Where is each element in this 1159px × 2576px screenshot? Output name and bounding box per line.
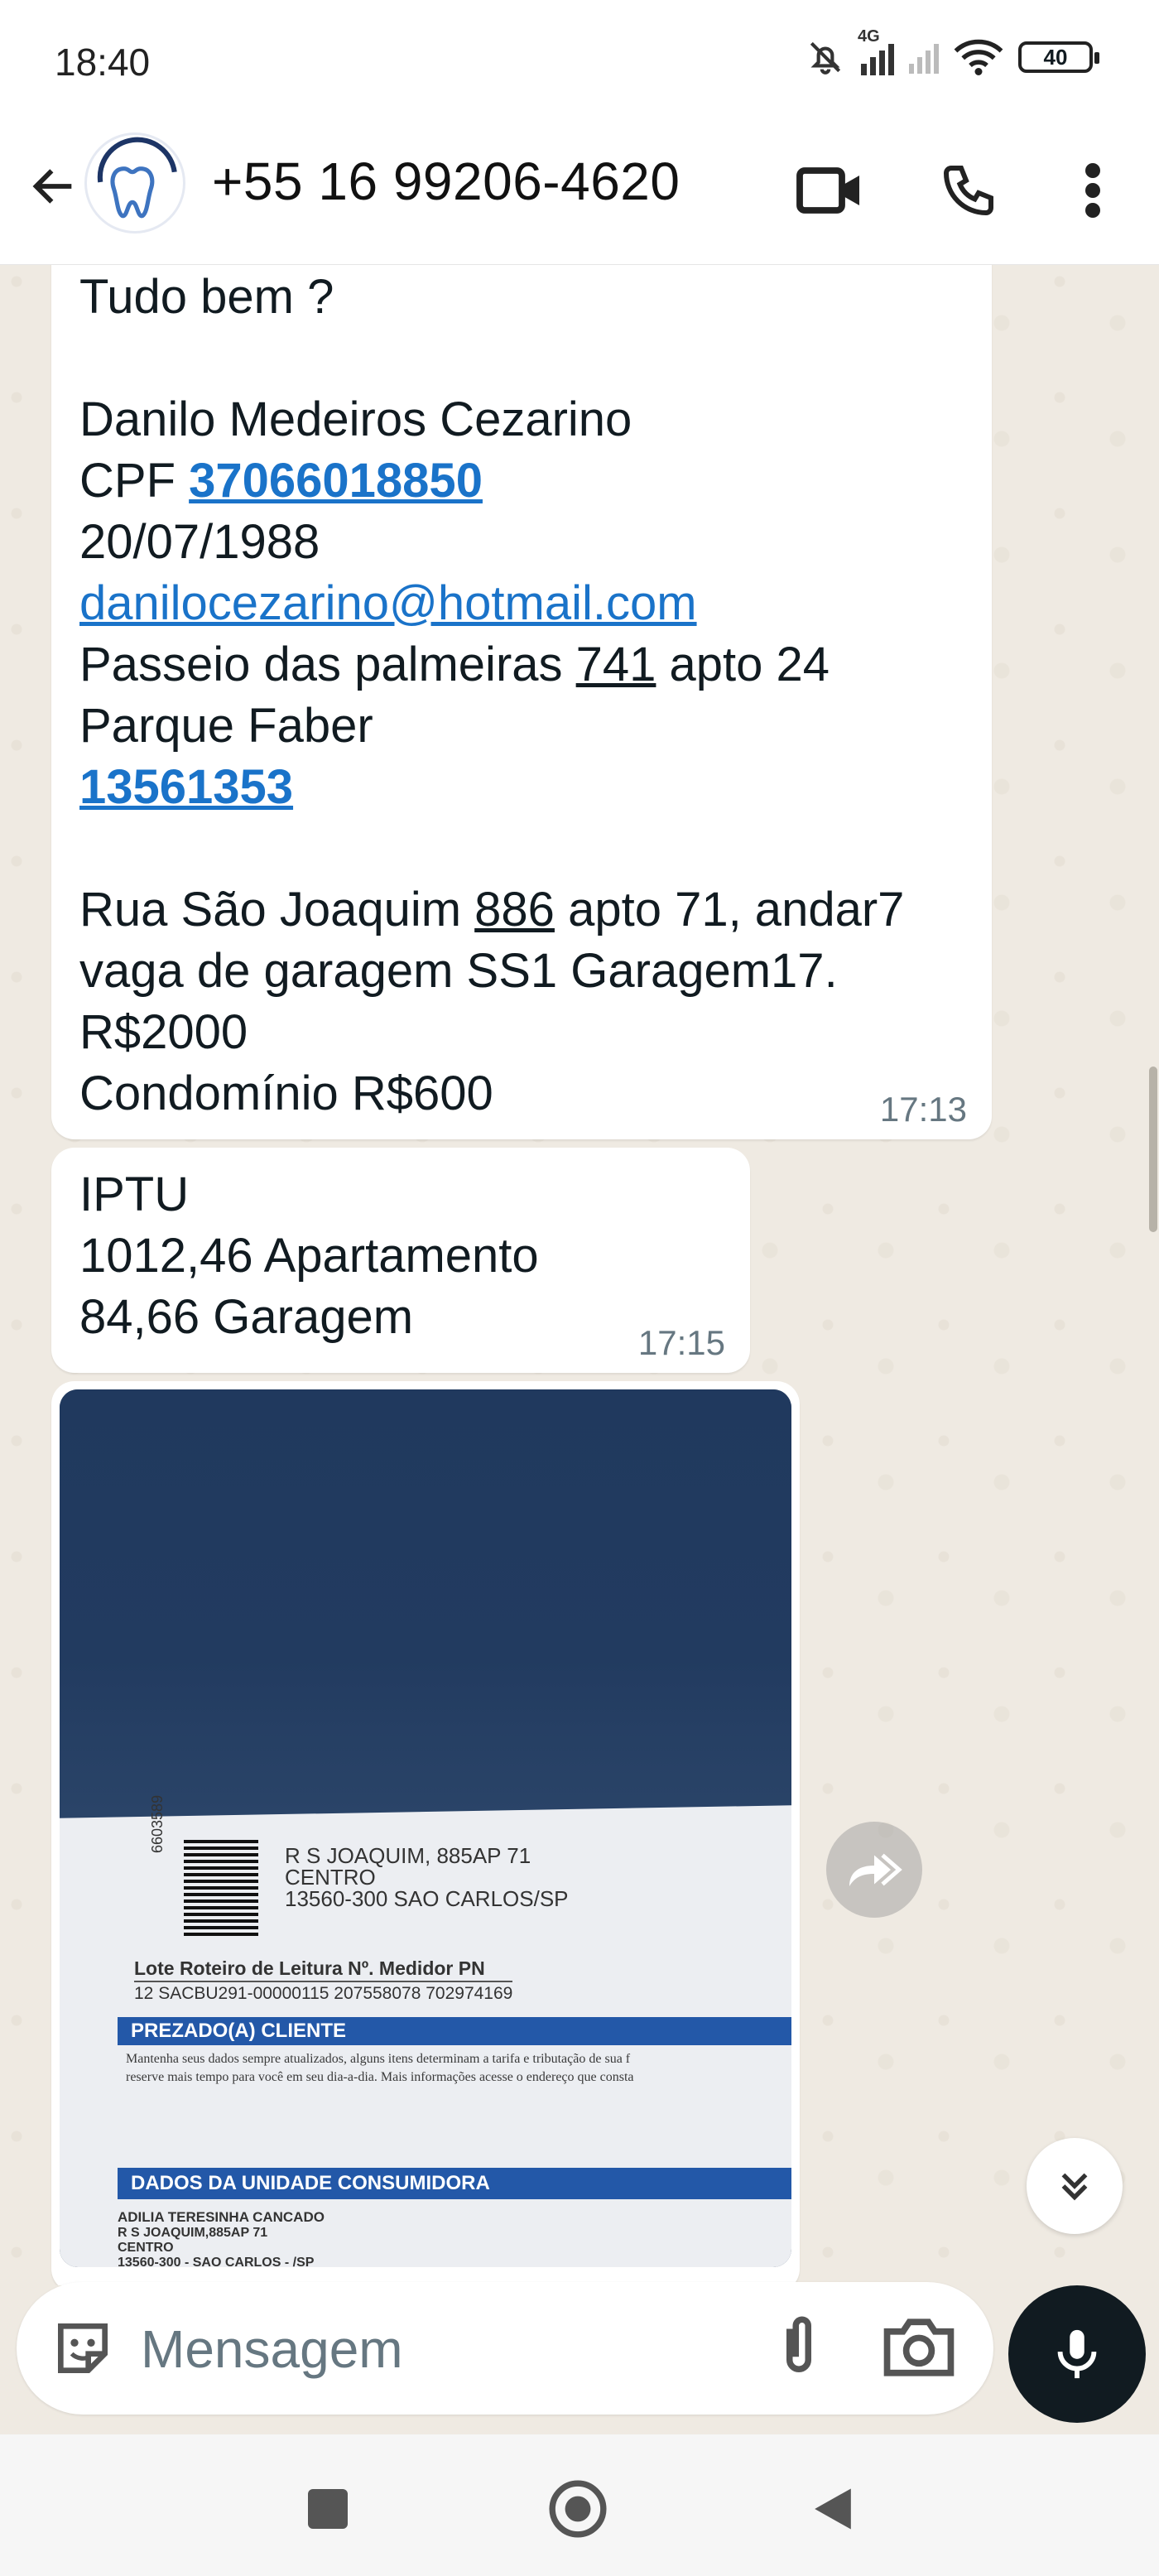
tooth-logo-icon xyxy=(97,137,177,219)
message-line: 1012,46 Apartamento xyxy=(79,1229,539,1283)
message-line: 20/07/1988 xyxy=(79,515,320,569)
square-icon xyxy=(308,2489,348,2529)
address-text: apto 24 xyxy=(656,638,830,691)
message-line: Tudo bem ? xyxy=(79,270,334,324)
message-line: IPTU xyxy=(79,1168,190,1221)
chat-header: +55 16 99206-4620 xyxy=(0,116,1159,265)
contact-name[interactable]: +55 16 99206-4620 xyxy=(212,151,680,212)
recent-apps-button[interactable] xyxy=(295,2476,361,2542)
status-icons: 4G 40 xyxy=(805,27,1099,78)
bell-off-icon xyxy=(810,41,841,75)
battery-icon: 40 xyxy=(1018,41,1099,73)
status-bar: 18:40 4G 40 xyxy=(0,0,1159,116)
signal-icon: 4G xyxy=(858,27,894,75)
envelope-image xyxy=(60,1389,791,1837)
address-text: Passeio das palmeiras xyxy=(79,638,576,691)
message-line-cep: 13561353 xyxy=(79,757,964,818)
cpf-link[interactable]: 37066018850 xyxy=(189,454,483,508)
message-line-cpf: CPF 37066018850 xyxy=(79,450,964,512)
message-input[interactable]: Mensagem xyxy=(17,2282,993,2415)
message-placeholder: Mensagem xyxy=(141,2319,403,2379)
image-message[interactable]: 6603589 R S JOAQUIM, 885AP 71 CENTRO 135… xyxy=(60,1389,791,2267)
doc-unit-line: CENTRO xyxy=(118,2241,174,2255)
cpf-label: CPF xyxy=(79,454,190,508)
message-time: 17:15 xyxy=(637,1323,725,1362)
camera-icon[interactable] xyxy=(878,2310,960,2385)
mic-button[interactable] xyxy=(1008,2285,1146,2423)
doc-unit-line: ADILIA TERESINHA CANCADO xyxy=(118,2209,325,2225)
nav-back-button[interactable] xyxy=(800,2476,866,2542)
scrollbar[interactable] xyxy=(1149,1067,1157,1232)
message-line: Parque Faber xyxy=(79,699,373,753)
arrow-left-icon xyxy=(32,169,72,204)
status-time: 18:40 xyxy=(55,41,151,84)
doc-address-line: 13560-300 SAO CARLOS/SP xyxy=(285,1886,569,1911)
doc-notice-line: Mantenha seus dados sempre atualizados, … xyxy=(126,2052,631,2066)
message-line: R$2000 xyxy=(79,1005,248,1059)
barcode xyxy=(184,1837,258,1936)
doc-band-client: PREZADO(A) CLIENTE xyxy=(118,2017,791,2045)
network-type: 4G xyxy=(858,27,880,46)
chat-area[interactable]: Tudo bem ? Danilo Medeiros Cezarino CPF … xyxy=(0,265,1159,2285)
doc-unit-line: 13560-300 - SAO CARLOS - /SP xyxy=(118,2256,315,2267)
sticker-emoji-icon[interactable] xyxy=(50,2315,116,2381)
street-text: apto 71, andar7 xyxy=(554,883,905,937)
doc-table-row: 12 SACBU291-00000115 207558078 702974169 xyxy=(134,1981,513,2004)
message-line: vaga de garagem SS1 Garagem17. xyxy=(79,944,838,998)
message-bubble-contact-info[interactable]: Tudo bem ? Danilo Medeiros Cezarino CPF … xyxy=(51,265,992,1139)
double-chevron-down-icon xyxy=(1061,2173,1088,2201)
barcode-number: 6603589 xyxy=(149,1794,166,1853)
cep-link[interactable]: 13561353 xyxy=(79,760,293,814)
doc-band-unit: DADOS DA UNIDADE CONSUMIDORA xyxy=(118,2168,791,2199)
video-camera-icon xyxy=(796,167,859,214)
paperclip-icon[interactable] xyxy=(762,2310,836,2385)
doc-notice-line: reserve mais tempo para você em seu dia-… xyxy=(126,2070,634,2084)
message-line-email: danilocezarino@hotmail.com xyxy=(79,573,964,634)
signal-2-icon xyxy=(909,41,939,74)
message-bubble-iptu[interactable]: IPTU 1012,46 Apartamento 84,66 Garagem 1… xyxy=(51,1148,750,1373)
message-line-street: Rua São Joaquim 886 apto 71, andar7 xyxy=(79,879,964,941)
system-nav-bar xyxy=(0,2434,1159,2576)
doc-table-header: Lote Roteiro de Leitura Nº. Medidor PN xyxy=(134,1957,485,1979)
video-call-button[interactable] xyxy=(788,149,871,232)
voice-call-button[interactable] xyxy=(927,149,1010,232)
street-number-link[interactable]: 886 xyxy=(474,883,555,937)
scroll-to-bottom-button[interactable] xyxy=(1027,2138,1123,2234)
home-button[interactable] xyxy=(545,2476,611,2542)
circle-home-icon xyxy=(549,2480,607,2538)
phone-icon xyxy=(943,166,993,216)
message-line: Condomínio R$600 xyxy=(79,1067,493,1120)
email-link[interactable]: danilocezarino@hotmail.com xyxy=(79,576,697,630)
menu-button[interactable] xyxy=(1051,149,1134,232)
more-vertical-icon xyxy=(1085,163,1100,218)
doc-unit-line: R S JOAQUIM,885AP 71 xyxy=(118,2226,268,2240)
microphone-icon xyxy=(1057,2329,1097,2379)
message-line: Danilo Medeiros Cezarino xyxy=(79,392,632,446)
message-time: 17:13 xyxy=(879,1090,967,1129)
message-line: 84,66 Garagem xyxy=(79,1290,414,1344)
wifi-icon xyxy=(954,39,1003,75)
address-number-link[interactable]: 741 xyxy=(576,638,656,691)
message-line-address: Passeio das palmeiras 741 apto 24 xyxy=(79,634,964,696)
back-button[interactable] xyxy=(17,149,91,224)
avatar[interactable] xyxy=(84,132,185,234)
forward-icon xyxy=(849,1853,902,1886)
forward-button[interactable] xyxy=(826,1822,922,1918)
triangle-back-icon xyxy=(815,2488,851,2530)
street-text: Rua São Joaquim xyxy=(79,883,475,937)
